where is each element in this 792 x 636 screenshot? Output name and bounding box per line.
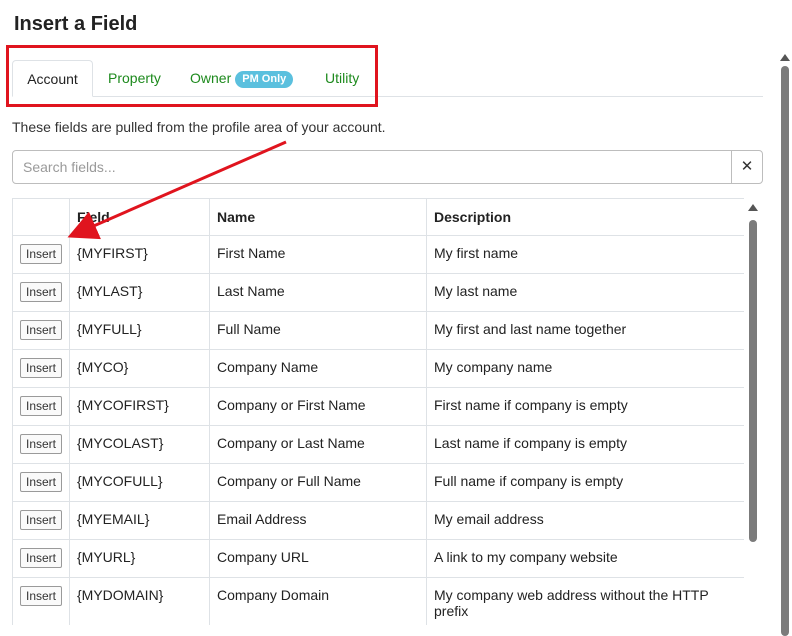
name-cell: Company or First Name <box>209 387 427 426</box>
fields-table: Field Name Description Insert {MYFIRST} Fi… <box>12 198 744 625</box>
insert-cell: Insert <box>12 349 70 388</box>
scroll-up-arrow-icon[interactable] <box>780 54 790 61</box>
fields-table-container: Field Name Description Insert {MYFIRST} Fi… <box>12 198 744 625</box>
field-cell: {MYFIRST} <box>69 235 210 274</box>
dialog-scrollbar-thumb[interactable] <box>781 66 789 636</box>
name-cell: Company or Full Name <box>209 463 427 502</box>
table-scrollbar-thumb[interactable] <box>749 220 757 542</box>
table-row: Insert {MYFULL} Full Name My first and last… <box>12 311 744 350</box>
pm-only-badge: PM Only <box>235 71 294 88</box>
description-cell: My company web address without the HTTP … <box>426 577 744 625</box>
description-cell: Full name if company is empty <box>426 463 744 502</box>
tab-owner-label: Owner <box>190 70 232 86</box>
insert-cell: Insert <box>12 501 70 540</box>
field-cell: {MYURL} <box>69 539 210 578</box>
table-row: Insert {MYLAST} Last Name My last name <box>12 273 744 312</box>
table-row: Insert {MYDOMAIN} Company Domain My company… <box>12 577 744 625</box>
tab-bar: Account Property Owner PM Only Utility <box>12 60 763 97</box>
field-cell: {MYEMAIL} <box>69 501 210 540</box>
name-cell: Full Name <box>209 311 427 350</box>
insert-button[interactable]: Insert <box>20 586 63 606</box>
insert-button[interactable]: Insert <box>20 320 63 340</box>
insert-button[interactable]: Insert <box>20 434 63 454</box>
insert-cell: Insert <box>12 539 70 578</box>
insert-button[interactable]: Insert <box>20 358 63 378</box>
search-input[interactable] <box>12 150 732 184</box>
description-cell: A link to my company website <box>426 539 744 578</box>
close-icon: ✕ <box>740 158 754 175</box>
dialog-title: Insert a Field <box>14 13 138 35</box>
insert-button[interactable]: Insert <box>20 396 63 416</box>
insert-cell: Insert <box>12 235 70 274</box>
insert-cell: Insert <box>12 577 70 625</box>
field-cell: {MYCOFULL} <box>69 463 210 502</box>
dialog-scrollbar[interactable] <box>778 50 792 636</box>
insert-button[interactable]: Insert <box>20 472 63 492</box>
scroll-up-arrow-icon[interactable] <box>748 204 758 211</box>
tab-property[interactable]: Property <box>108 60 161 96</box>
header-description: Description <box>426 198 744 236</box>
description-cell: My first name <box>426 235 744 274</box>
field-cell: {MYCOLAST} <box>69 425 210 464</box>
table-header-row: Field Name Description <box>12 198 744 236</box>
field-cell: {MYCOFIRST} <box>69 387 210 426</box>
description-cell: My company name <box>426 349 744 388</box>
insert-cell: Insert <box>12 425 70 464</box>
name-cell: Company URL <box>209 539 427 578</box>
field-cell: {MYLAST} <box>69 273 210 312</box>
insert-button[interactable]: Insert <box>20 510 63 530</box>
description-cell: My first and last name together <box>426 311 744 350</box>
name-cell: Last Name <box>209 273 427 312</box>
name-cell: Company or Last Name <box>209 425 427 464</box>
tab-description: These fields are pulled from the profile… <box>12 119 386 135</box>
field-cell: {MYFULL} <box>69 311 210 350</box>
description-cell: My last name <box>426 273 744 312</box>
field-cell: {MYDOMAIN} <box>69 577 210 625</box>
header-action <box>12 198 70 236</box>
table-row: Insert {MYFIRST} First Name My first name <box>12 235 744 274</box>
insert-button[interactable]: Insert <box>20 244 63 264</box>
name-cell: First Name <box>209 235 427 274</box>
table-scrollbar[interactable] <box>746 200 760 625</box>
insert-button[interactable]: Insert <box>20 282 63 302</box>
description-cell: First name if company is empty <box>426 387 744 426</box>
table-row: Insert {MYCOFIRST} Company or First Name Fi… <box>12 387 744 426</box>
tab-owner[interactable]: Owner PM Only <box>190 60 294 96</box>
header-name: Name <box>209 198 427 236</box>
tab-account[interactable]: Account <box>12 60 93 97</box>
tab-utility[interactable]: Utility <box>325 60 359 96</box>
insert-cell: Insert <box>12 311 70 350</box>
insert-cell: Insert <box>12 463 70 502</box>
table-row: Insert {MYEMAIL} Email Address My email add… <box>12 501 744 540</box>
clear-search-button[interactable]: ✕ <box>731 150 763 184</box>
insert-cell: Insert <box>12 387 70 426</box>
description-cell: Last name if company is empty <box>426 425 744 464</box>
insert-button[interactable]: Insert <box>20 548 63 568</box>
table-row: Insert {MYURL} Company URL A link to my com… <box>12 539 744 578</box>
insert-cell: Insert <box>12 273 70 312</box>
table-row: Insert {MYCOFULL} Company or Full Name Full… <box>12 463 744 502</box>
name-cell: Email Address <box>209 501 427 540</box>
name-cell: Company Domain <box>209 577 427 625</box>
search-bar: ✕ <box>12 150 763 184</box>
header-field: Field <box>69 198 210 236</box>
field-cell: {MYCO} <box>69 349 210 388</box>
name-cell: Company Name <box>209 349 427 388</box>
description-cell: My email address <box>426 501 744 540</box>
table-row: Insert {MYCOLAST} Company or Last Name Last… <box>12 425 744 464</box>
table-row: Insert {MYCO} Company Name My company name <box>12 349 744 388</box>
